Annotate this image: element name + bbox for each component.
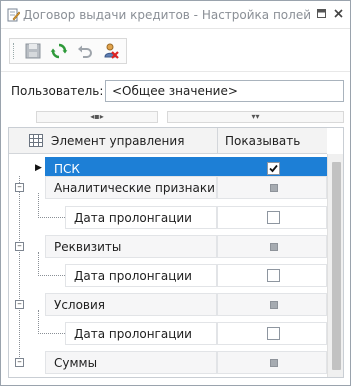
row-label[interactable]: Аналитические признаки — [45, 176, 217, 199]
show-checkbox[interactable] — [267, 269, 280, 282]
show-cell[interactable] — [217, 293, 327, 316]
show-cell[interactable] — [217, 176, 327, 199]
vertical-scrollbar[interactable] — [327, 154, 343, 377]
row-label[interactable]: Условия — [45, 293, 217, 316]
tree-row[interactable]: – Реквизиты — [9, 232, 327, 261]
toolbar — [9, 38, 127, 64]
save-icon[interactable] — [24, 42, 44, 60]
indeterminate-checkbox[interactable] — [270, 184, 278, 192]
clear-settings-icon[interactable] — [102, 42, 122, 60]
refresh-icon[interactable] — [50, 42, 70, 60]
splitter-right[interactable]: ▾▾ — [167, 111, 344, 123]
window-title: Договор выдачи кредитов - Настройка поле… — [23, 8, 311, 22]
indeterminate-checkbox[interactable] — [270, 243, 278, 251]
pin-icon[interactable] — [315, 8, 328, 21]
indeterminate-checkbox[interactable] — [270, 359, 278, 367]
user-selector[interactable]: <Общее значение> — [105, 80, 344, 102]
column-divider[interactable] — [217, 128, 218, 154]
tree-row[interactable]: Дата пролонгации — [9, 203, 327, 232]
settings-window: Договор выдачи кредитов - Настройка поле… — [0, 0, 351, 386]
toolbar-grip[interactable] — [13, 43, 16, 59]
tree-row[interactable]: – Суммы — [9, 348, 327, 377]
row-label[interactable]: Дата пролонгации — [65, 322, 217, 345]
tree-row[interactable]: Дата пролонгации — [9, 261, 327, 290]
show-cell[interactable] — [217, 235, 327, 258]
show-cell[interactable] — [217, 322, 327, 345]
tree-row[interactable]: Дата пролонгации — [9, 319, 327, 348]
row-label[interactable]: Дата пролонгации — [65, 206, 217, 229]
column-chooser-icon[interactable] — [29, 134, 43, 147]
row-label[interactable]: Реквизиты — [45, 235, 217, 258]
row-label[interactable]: Суммы — [45, 351, 217, 374]
splitter-left[interactable]: ◂▪▸ — [36, 111, 158, 123]
user-label: Пользователь: — [11, 84, 104, 98]
show-cell[interactable] — [217, 206, 327, 229]
document-edit-icon — [7, 8, 21, 22]
tree-row[interactable]: – Условия — [9, 290, 327, 319]
title-bar[interactable]: Договор выдачи кредитов - Настройка поле… — [1, 1, 350, 29]
collapse-icon[interactable]: – — [15, 358, 24, 367]
show-checkbox[interactable] — [267, 327, 280, 340]
show-checkbox[interactable] — [267, 211, 280, 224]
column-header-show[interactable]: Показывать — [225, 134, 300, 148]
row-label[interactable]: Дата пролонгации — [65, 264, 217, 287]
collapse-icon[interactable]: – — [15, 300, 24, 309]
scrollbar-thumb[interactable] — [332, 162, 341, 370]
indeterminate-checkbox[interactable] — [270, 301, 278, 309]
collapse-icon[interactable]: – — [15, 242, 24, 251]
show-cell[interactable] — [217, 351, 327, 374]
undo-icon[interactable] — [76, 42, 96, 60]
column-header-element[interactable]: Элемент управления — [51, 134, 184, 148]
show-cell[interactable] — [217, 264, 327, 287]
toolbar-separator — [1, 71, 350, 72]
grid-header: Элемент управления Показывать — [9, 128, 327, 154]
tree-row[interactable]: – Аналитические признаки — [9, 173, 327, 202]
close-icon[interactable] — [332, 8, 345, 21]
fields-tree-grid: Элемент управления Показывать ▶ ПСК – Ан… — [8, 127, 344, 378]
collapse-icon[interactable]: – — [15, 183, 24, 192]
